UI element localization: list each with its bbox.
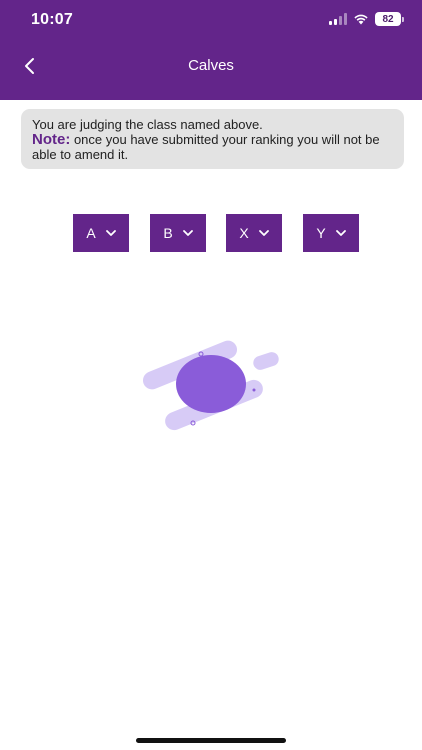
rank-select-value: A [86, 225, 96, 241]
rank-selectors: A B X Y [0, 214, 422, 252]
status-time: 10:07 [31, 11, 73, 28]
note-line-1: You are judging the class named above. [32, 117, 263, 132]
rank-select-4[interactable]: Y [303, 214, 359, 252]
rank-select-1[interactable]: A [73, 214, 129, 252]
app-header: 10:07 82 Calves [0, 0, 422, 100]
chevron-down-icon [335, 230, 346, 236]
screen: 10:07 82 Calves You are judging the clas… [0, 0, 422, 750]
home-indicator[interactable] [136, 738, 286, 743]
chevron-down-icon [182, 230, 193, 236]
note-label: Note: [32, 131, 71, 148]
rank-select-value: Y [316, 225, 326, 241]
chevron-down-icon [258, 230, 269, 236]
battery-level: 82 [375, 12, 401, 26]
note-text: once you have submitted your ranking you… [32, 132, 380, 162]
rank-select-value: B [163, 225, 173, 241]
cellular-signal-icon [329, 13, 347, 25]
battery-icon: 82 [375, 12, 404, 26]
rank-select-3[interactable]: X [226, 214, 282, 252]
status-icons: 82 [329, 12, 404, 26]
judging-note: You are judging the class named above. N… [21, 109, 404, 169]
note-line-2: Note: once you have submitted your ranki… [32, 132, 396, 162]
chevron-down-icon [105, 230, 116, 236]
rank-select-2[interactable]: B [150, 214, 206, 252]
page-title: Calves [188, 57, 234, 74]
rank-select-value: X [239, 225, 249, 241]
loading-illustration [142, 340, 279, 431]
wifi-icon [354, 14, 368, 25]
